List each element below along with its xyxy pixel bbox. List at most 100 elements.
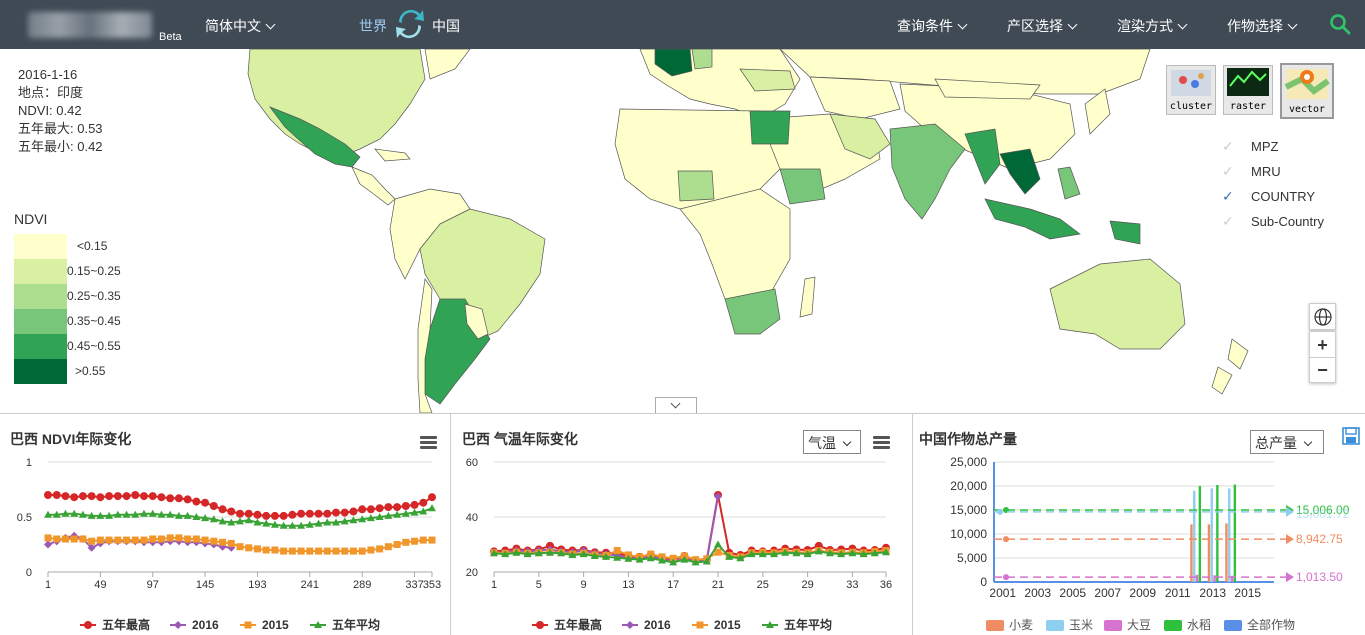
app-logo[interactable]: Beta [28, 6, 182, 44]
search-icon[interactable] [1329, 13, 1351, 35]
country-madagascar [799, 276, 816, 318]
country-papua [1109, 220, 1141, 245]
axis-tick-label: 25 [757, 579, 769, 591]
reference-label: 15,001.72 [1296, 507, 1350, 521]
menu-query-conditions[interactable]: 查询条件 [897, 16, 968, 36]
data-point [384, 543, 392, 551]
render-mode-cluster-button[interactable]: cluster [1166, 65, 1216, 115]
data-point [105, 536, 113, 544]
collapse-map-button[interactable] [655, 397, 697, 413]
bar-rice [1216, 485, 1219, 582]
axis-tick-label: 0.5 [17, 512, 32, 524]
data-point [262, 511, 271, 520]
cluster-icon [1171, 70, 1211, 96]
data-point [219, 538, 227, 546]
checkmark-icon: ✓ [1222, 188, 1234, 204]
data-point [271, 546, 279, 554]
globe-button[interactable] [1309, 303, 1336, 330]
world-map[interactable]: 2016-1-16 地点：印度 NDVI: 0.42 五年最大: 0.53 五年… [0, 49, 1365, 413]
reference-label: 8,942.75 [1296, 532, 1343, 546]
data-point [419, 536, 427, 544]
world-view-link[interactable]: 世界 [359, 16, 387, 36]
axis-tick-label: 29 [801, 579, 813, 591]
reference-start-marker [997, 508, 1003, 515]
data-point [44, 534, 52, 542]
menu-label: 查询条件 [897, 18, 953, 34]
axis-tick-label: 145 [196, 579, 214, 591]
data-point [288, 547, 296, 555]
legend-swatch [986, 620, 1004, 631]
legend-label: 全部作物 [1247, 617, 1295, 632]
vector-label: vector [1288, 104, 1326, 115]
axis-tick-label: 0 [26, 567, 32, 579]
data-point [428, 493, 436, 502]
chevron-down-icon [1067, 19, 1078, 30]
data-point [149, 535, 157, 543]
chevron-down-icon [265, 19, 276, 30]
legend-label: 五年最高 [554, 617, 602, 632]
axis-tick-label: 241 [301, 579, 319, 591]
menu-crop-select[interactable]: 作物选择 [1227, 16, 1298, 36]
data-point [96, 536, 104, 544]
legend-label: 0.35~0.45 [67, 314, 121, 328]
legend-label: 大豆 [1127, 618, 1151, 632]
data-point [375, 504, 384, 513]
data-point [157, 535, 165, 543]
layer-toggle[interactable]: ✓ Sub-Country [1222, 213, 1324, 230]
legend-swatch [1104, 620, 1122, 631]
legend-swatch [1046, 620, 1064, 631]
axis-tick-label: 1 [45, 579, 51, 591]
legend-label: 0.15~0.25 [67, 264, 121, 278]
country-japan [1084, 88, 1111, 135]
legend-title: NDVI [14, 211, 48, 227]
legend-label: 五年平均 [784, 617, 832, 632]
country-indonesia [984, 198, 1081, 240]
legend-swatch [14, 259, 67, 284]
data-point [84, 621, 92, 629]
render-mode-vector-button[interactable]: vector [1280, 63, 1334, 119]
legend-item: 玉米 [1046, 618, 1093, 632]
top-navigation-bar: Beta 简体中文 世界 中国 查询条件 产区选择 渲染方式 作物选择 [0, 0, 1365, 49]
location-info-panel: 2016-1-16 地点：印度 NDVI: 0.42 五年最大: 0.53 五年… [18, 66, 103, 156]
layer-toggle[interactable]: ✓ MPZ [1222, 138, 1278, 155]
language-selector[interactable]: 简体中文 [205, 16, 276, 36]
menu-render-mode[interactable]: 渲染方式 [1117, 16, 1188, 36]
data-point [148, 492, 157, 501]
data-point [367, 546, 375, 554]
swap-region-icon[interactable] [393, 4, 427, 44]
data-point [227, 507, 236, 516]
layer-toggle[interactable]: ✓ COUNTRY [1222, 188, 1315, 205]
country-ethiopia [779, 168, 826, 205]
zoom-out-button[interactable]: − [1310, 358, 1335, 383]
ndvi-chart-panel: 巴西 NDVI年际变化 0 0.5 1 1 49 97 145 193 241 289 337 353… [0, 414, 451, 635]
data-point [393, 541, 401, 548]
data-point [166, 494, 175, 503]
bar-corn [1193, 490, 1196, 582]
data-point [306, 547, 314, 555]
data-point [131, 536, 139, 544]
axis-tick-label: 2003 [1024, 586, 1051, 600]
country-choropleth[interactable] [0, 49, 1365, 413]
country-myanmar [964, 128, 1001, 185]
data-point [288, 510, 297, 519]
axis-tick-label: 15,000 [950, 503, 987, 517]
data-point [105, 492, 114, 501]
axis-tick-label: 9 [581, 579, 587, 591]
data-point [384, 503, 393, 512]
axis-tick-label: 2015 [1234, 586, 1261, 600]
bar-wheat [1207, 524, 1211, 582]
zoom-in-button[interactable]: + [1310, 332, 1335, 358]
data-point [358, 547, 366, 555]
layer-toggle[interactable]: ✓ MRU [1222, 163, 1281, 180]
data-point [140, 536, 148, 544]
data-point [184, 535, 192, 543]
production-bar-chart: 0 5,000 10,000 15,000 20,000 25,000 2001 2003 20… [950, 455, 1350, 632]
menu-region-select[interactable]: 产区选择 [1007, 16, 1078, 36]
axis-tick-label: 21 [712, 579, 724, 591]
china-view-link[interactable]: 中国 [432, 16, 460, 36]
render-mode-raster-button[interactable]: raster [1223, 65, 1273, 115]
info-five-year-max: 五年最大: 0.53 [18, 121, 103, 136]
data-point [613, 547, 621, 555]
bar-corn [1228, 488, 1231, 582]
legend-swatch [14, 234, 67, 259]
